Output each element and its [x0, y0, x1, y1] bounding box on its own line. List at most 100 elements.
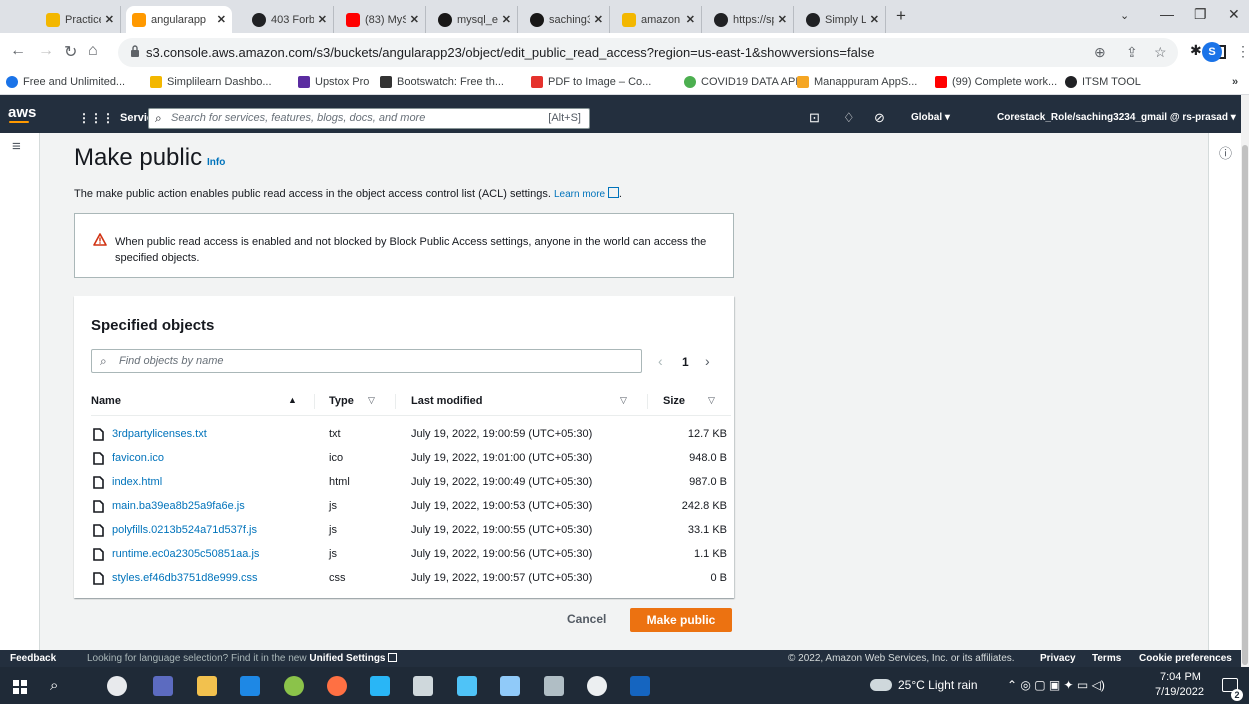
browser-tab[interactable]: mysql_ec2 ✕	[432, 6, 518, 33]
bookmark-item[interactable]: PDF to Image – Co...	[531, 76, 651, 88]
bookmark-item[interactable]: (99) Complete work...	[935, 76, 1057, 88]
browser-tab[interactable]: https://sp ✕	[708, 6, 794, 33]
chrome-icon[interactable]	[107, 676, 127, 696]
bookmark-item[interactable]: ITSM TOOL	[1065, 76, 1141, 88]
close-icon[interactable]: ✕	[870, 13, 879, 26]
find-objects-input[interactable]: ⌕ Find objects by name	[91, 349, 642, 373]
forward-icon[interactable]: →	[38, 42, 54, 60]
object-name-link[interactable]: favicon.ico	[112, 452, 164, 464]
region-selector[interactable]: Global ▾	[911, 112, 950, 123]
sort-ascending-icon[interactable]: ▲	[288, 395, 297, 405]
info-panel-icon[interactable]: ⓘ	[1219, 143, 1232, 162]
privacy-link[interactable]: Privacy	[1040, 653, 1076, 664]
bookmark-item[interactable]: COVID19 DATA APP	[684, 76, 803, 88]
scrollbar-thumb[interactable]	[1242, 145, 1248, 665]
tab-search-chevron-icon[interactable]: ⌄	[1120, 9, 1129, 22]
clock-date[interactable]: 7/19/2022	[1155, 686, 1204, 698]
profile-avatar[interactable]: S	[1202, 42, 1222, 62]
postman-icon[interactable]	[327, 676, 347, 696]
close-icon[interactable]: ✕	[502, 13, 511, 26]
object-name-link[interactable]: polyfills.0213b524a71d537f.js	[112, 524, 257, 536]
sort-icon[interactable]: ▽	[620, 395, 627, 406]
bookmark-star-icon[interactable]: ☆	[1154, 44, 1167, 61]
make-public-button[interactable]: Make public	[630, 608, 732, 632]
column-header-last-modified[interactable]: Last modified	[411, 395, 483, 407]
windows-start-icon[interactable]	[13, 680, 27, 694]
more-bookmarks-icon[interactable]: »	[1232, 76, 1238, 88]
browser-tab[interactable]: Simply Le ✕	[800, 6, 886, 33]
next-page-icon[interactable]: ›	[705, 353, 710, 369]
help-icon[interactable]: ⊘	[874, 110, 885, 126]
new-tab-icon[interactable]: +	[896, 6, 906, 26]
app-icon[interactable]	[544, 676, 564, 696]
column-header-name[interactable]: Name	[91, 395, 121, 407]
menu-kebab-icon[interactable]: ⋮	[1236, 43, 1249, 60]
share-icon[interactable]: ⇪	[1126, 44, 1138, 61]
unified-settings-link[interactable]: Unified Settings	[309, 653, 385, 664]
notifications-bell-icon[interactable]: ♢	[843, 110, 855, 126]
reload-icon[interactable]: ↻	[64, 42, 77, 62]
restore-icon[interactable]: ❐	[1194, 6, 1207, 23]
weather-cloud-icon[interactable]	[870, 679, 892, 691]
cloudshell-icon[interactable]: ⊡	[809, 110, 820, 126]
extensions-icon[interactable]: ✱	[1190, 42, 1202, 59]
browser-tab[interactable]: Practice La ✕	[40, 6, 121, 33]
account-menu[interactable]: Corestack_Role/saching3234_gmail @ rs-pr…	[997, 112, 1236, 123]
close-icon[interactable]: ✕	[105, 13, 114, 26]
feedback-link[interactable]: Feedback	[10, 653, 56, 664]
browser-tab[interactable]: (83) MySQ ✕	[340, 6, 426, 33]
page-number[interactable]: 1	[682, 355, 689, 369]
settings-app-icon[interactable]	[413, 676, 433, 696]
bookmark-item[interactable]: Free and Unlimited...	[6, 76, 125, 88]
sort-icon[interactable]: ▽	[708, 395, 715, 406]
close-icon[interactable]: ✕	[217, 13, 226, 26]
object-name-link[interactable]: index.html	[112, 476, 162, 488]
bookmark-item[interactable]: Simplilearn Dashbo...	[150, 76, 272, 88]
bookmark-item[interactable]: Bootswatch: Free th...	[380, 76, 504, 88]
cancel-button[interactable]: Cancel	[567, 612, 606, 626]
zoom-icon[interactable]: ⊕	[1094, 44, 1106, 61]
back-icon[interactable]: ←	[10, 42, 26, 60]
browser-tab[interactable]: amazon ec ✕	[616, 6, 702, 33]
search-input[interactable]: ⌕ Search for services, features, blogs, …	[148, 108, 590, 129]
network-app-icon[interactable]	[457, 676, 477, 696]
vscode-icon[interactable]	[240, 676, 260, 696]
address-bar[interactable]: s3.console.aws.amazon.com/s3/buckets/ang…	[118, 38, 1178, 67]
object-name-link[interactable]: 3rdpartylicenses.txt	[112, 428, 207, 440]
tray-icons[interactable]: ⌃ ◎ ▢ ▣ ✦ ▭ ◁)	[1007, 678, 1105, 692]
bookmark-item[interactable]: Upstox Pro	[298, 76, 369, 88]
weather-text[interactable]: 25°C Light rain	[898, 678, 978, 692]
cookie-preferences-link[interactable]: Cookie preferences	[1139, 653, 1232, 664]
close-icon[interactable]: ✕	[778, 13, 787, 26]
close-icon[interactable]: ✕	[318, 13, 327, 26]
app-icon[interactable]	[284, 676, 304, 696]
window-close-icon[interactable]: ✕	[1228, 6, 1240, 23]
previous-page-icon[interactable]: ‹	[658, 353, 663, 369]
home-icon[interactable]: ⌂	[88, 42, 98, 60]
file-explorer-icon[interactable]	[197, 676, 217, 696]
object-name-link[interactable]: runtime.ec0a2305c50851aa.js	[112, 548, 259, 560]
browser-tab-active[interactable]: angularapp ✕	[126, 6, 232, 33]
taskview-icon[interactable]	[153, 676, 173, 696]
word-icon[interactable]	[630, 676, 650, 696]
info-link[interactable]: Info	[207, 157, 225, 168]
app-icon[interactable]	[370, 676, 390, 696]
clock-time[interactable]: 7:04 PM	[1160, 671, 1201, 683]
app-icon[interactable]	[500, 676, 520, 696]
close-icon[interactable]: ✕	[686, 13, 695, 26]
hamburger-menu-icon[interactable]: ≡	[12, 138, 21, 155]
column-header-size[interactable]: Size	[663, 395, 685, 407]
terms-link[interactable]: Terms	[1092, 653, 1121, 664]
sort-icon[interactable]: ▽	[368, 395, 375, 406]
object-name-link[interactable]: styles.ef46db3751d8e999.css	[112, 572, 258, 584]
learn-more-link[interactable]: Learn more	[554, 187, 619, 200]
taskbar-search-icon[interactable]: ⌕	[50, 677, 58, 694]
close-icon[interactable]: ✕	[594, 13, 603, 26]
bookmark-item[interactable]: Manappuram AppS...	[797, 76, 917, 88]
browser-tab[interactable]: 403 Forbid ✕	[246, 6, 334, 33]
close-icon[interactable]: ✕	[410, 13, 419, 26]
object-name-link[interactable]: main.ba39ea8b25a9fa6e.js	[112, 500, 245, 512]
browser-tab[interactable]: saching32 ✕	[524, 6, 610, 33]
column-header-type[interactable]: Type	[329, 395, 354, 407]
aws-logo[interactable]: aws	[8, 104, 36, 121]
